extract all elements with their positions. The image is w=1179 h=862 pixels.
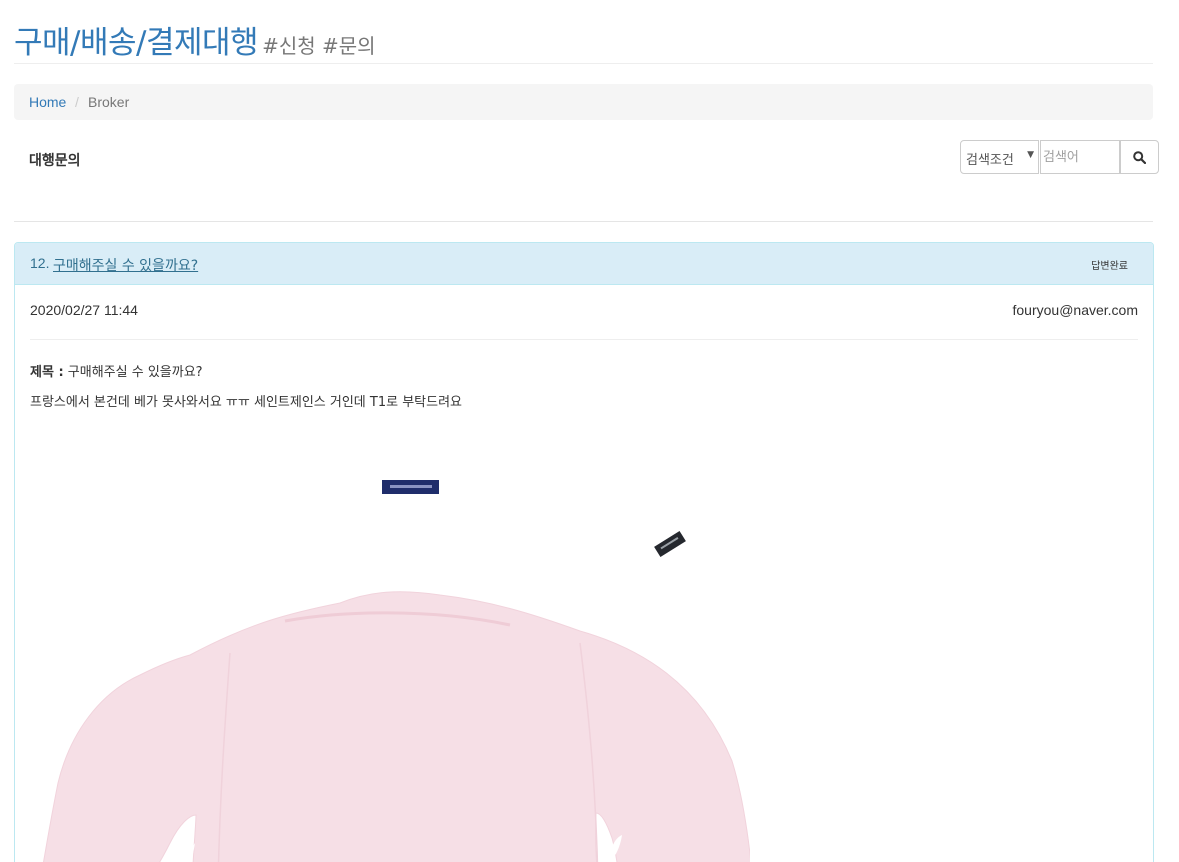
breadcrumb: Home / Broker — [14, 84, 1153, 120]
search-icon — [1133, 151, 1146, 164]
page: 구매/배송/결제대행 #신청 #문의 Home / Broker 대행문의 검색조… — [0, 0, 1179, 862]
post-title-link[interactable]: 구매해주실 수 있을까요? — [53, 255, 198, 275]
post-author: fouryou@naver.com — [1012, 302, 1139, 318]
post-heading: 12. 구매해주실 수 있을까요? 답변완료 — [15, 243, 1153, 285]
post-subject: 제목 : 구매해주실 수 있을까요? — [30, 361, 203, 380]
search-button[interactable] — [1120, 140, 1159, 174]
breadcrumb-current: Broker — [88, 94, 130, 110]
page-header: 구매/배송/결제대행 #신청 #문의 — [14, 14, 1153, 64]
content-divider — [14, 221, 1153, 222]
breadcrumb-home-link[interactable]: Home — [29, 94, 66, 110]
post-body: 프랑스에서 본건데 베가 못사와서요 ㅠㅠ 세인트제인스 거인데 T1로 부탁드… — [30, 395, 462, 410]
status-badge: 답변완료 — [1091, 261, 1128, 272]
page-title-tags: #신청 #문의 — [262, 34, 376, 58]
post-number: 12. — [30, 255, 50, 271]
search-input[interactable] — [1040, 140, 1120, 174]
breadcrumb-separator: / — [75, 94, 79, 110]
post-meta: 2020/02/27 11:44 fouryou@naver.com — [30, 284, 1138, 340]
search-condition-value: 검색조건 — [966, 153, 1014, 168]
post-panel: 12. 구매해주실 수 있을까요? 답변완료 2020/02/27 11:44 … — [14, 242, 1154, 862]
sweater-image — [43, 480, 750, 862]
dropdown-caret-icon: ▼ — [1027, 150, 1034, 160]
post-subject-label: 제목 : — [30, 365, 64, 380]
post-date: 2020/02/27 11:44 — [30, 302, 138, 318]
post-subject-text: 구매해주실 수 있을까요? — [67, 365, 203, 380]
search-condition-select[interactable]: 검색조건 ▼ — [960, 140, 1039, 174]
page-title-text: 구매/배송/결제대행 — [14, 25, 259, 61]
page-title: 구매/배송/결제대행 #신청 #문의 — [14, 17, 376, 62]
section-label: 대행문의 — [29, 153, 81, 169]
